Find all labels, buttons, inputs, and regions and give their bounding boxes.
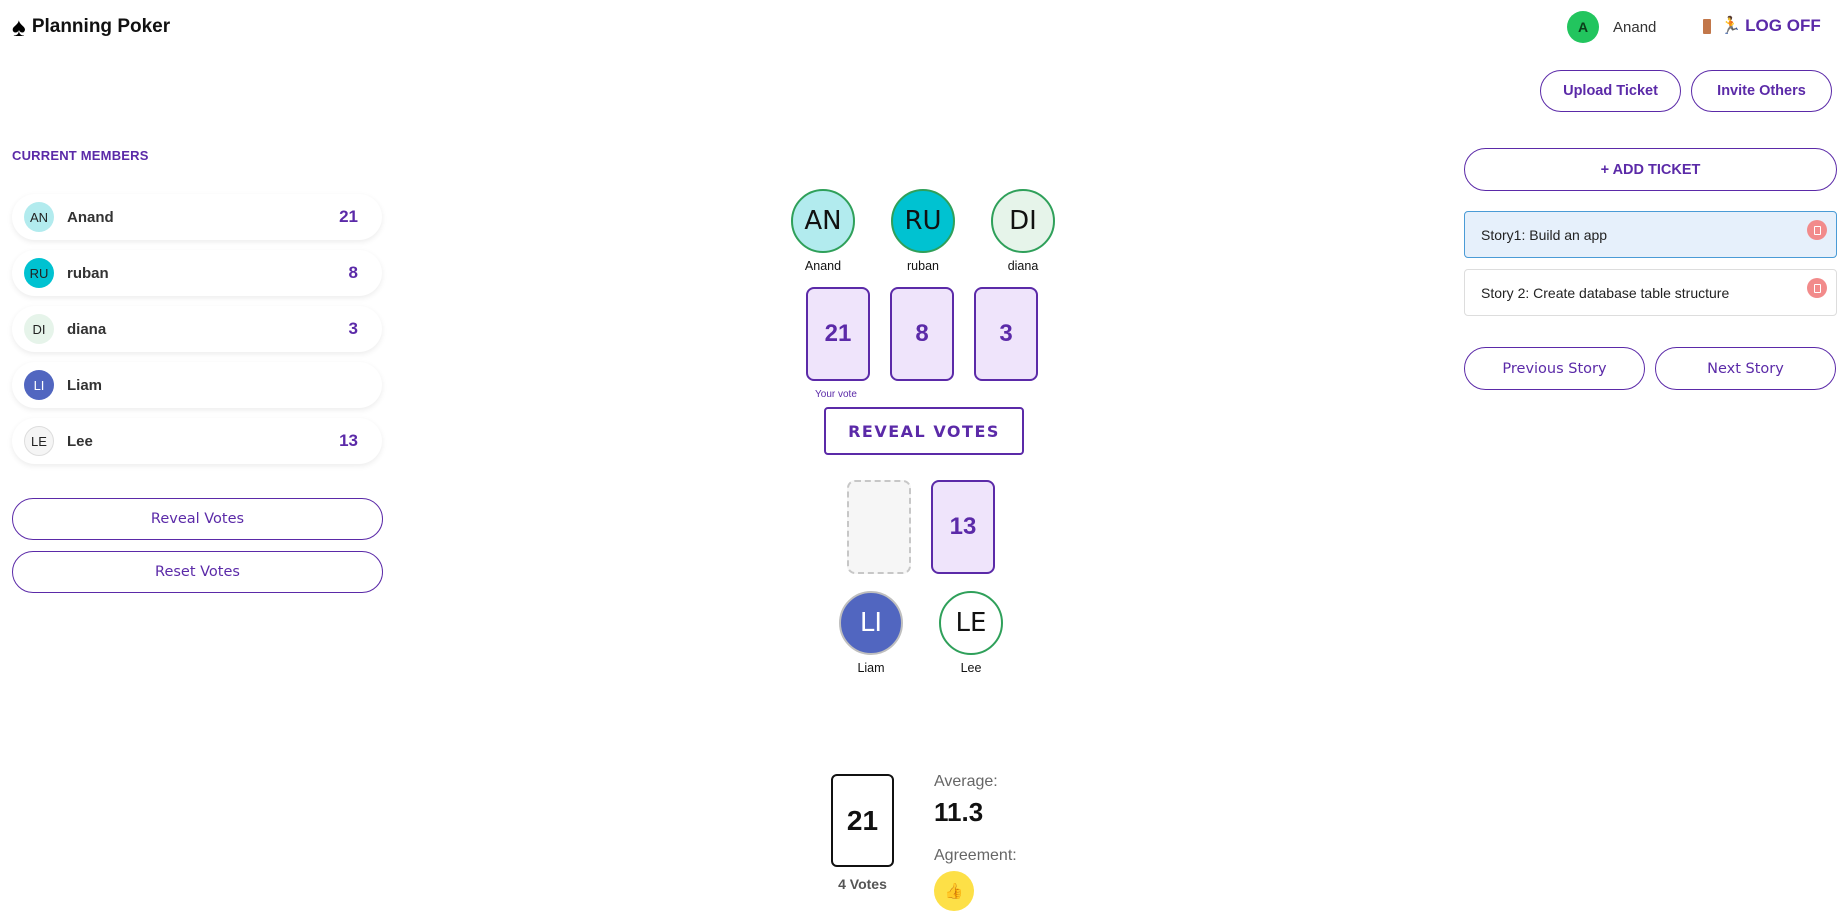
next-story-button[interactable]: Next Story [1655,347,1836,390]
door-icon [1703,18,1711,34]
votes-count: 4 Votes [838,876,887,892]
player-avatar: AN [791,189,855,253]
upload-ticket-button[interactable]: Upload Ticket [1540,70,1681,112]
add-ticket-button[interactable]: + ADD TICKET [1464,148,1837,191]
member-avatar: RU [24,258,54,288]
trash-icon[interactable] [1807,278,1827,298]
member-list: AN Anand 21 RU ruban 8 DI diana 3 LI Lia… [12,194,382,474]
app-logo: ♠ Planning Poker [12,14,170,40]
ticket-title: Story1: Build an app [1481,226,1608,243]
your-vote-label: Your vote [815,389,857,400]
trash-icon[interactable] [1807,220,1827,240]
ticket-item[interactable]: Story 2: Create database table structure [1464,269,1837,316]
vote-card-ruban: 8 [890,287,954,381]
member-vote: 21 [339,207,358,226]
member-row-liam: LI Liam [12,362,382,408]
member-name: ruban [67,264,109,282]
logoff-button[interactable]: 🏃 LOG OFF [1703,16,1821,36]
player-avatar: LI [839,591,903,655]
member-vote: 13 [339,431,358,450]
player-lee: LE Lee [921,591,1021,675]
user-name: Anand [1613,18,1657,36]
player-avatar: LE [939,591,1003,655]
vote-card-liam [847,480,911,574]
member-name: Liam [67,376,103,394]
player-avatar: RU [891,189,955,253]
member-avatar: AN [24,202,54,232]
member-avatar: DI [24,314,54,344]
player-diana: DI diana [973,189,1073,273]
member-name: Anand [67,208,114,226]
member-row-lee: LE Lee 13 [12,418,382,464]
reset-votes-button[interactable]: Reset Votes [12,551,383,593]
invite-others-button[interactable]: Invite Others [1691,70,1832,112]
result-card: 21 [831,774,894,867]
thumbs-icon: 👍 [934,871,974,911]
member-avatar: LI [24,370,54,400]
previous-story-button[interactable]: Previous Story [1464,347,1645,390]
reveal-votes-center-button[interactable]: REVEAL VOTES [824,407,1024,455]
vote-card-anand: 21 [806,287,870,381]
player-name: diana [1007,259,1039,273]
member-name: Lee [67,432,93,450]
player-name: Lee [960,661,982,675]
average-label: Average: [934,773,998,790]
player-anand: AN Anand [773,189,873,273]
members-heading: CURRENT MEMBERS [12,148,149,163]
member-row-diana: DI diana 3 [12,306,382,352]
user-avatar: A [1567,11,1599,43]
member-row-anand: AN Anand 21 [12,194,382,240]
member-row-ruban: RU ruban 8 [12,250,382,296]
ticket-item[interactable]: Story1: Build an app [1464,211,1837,258]
vote-card-diana: 3 [974,287,1038,381]
app-title: Planning Poker [31,16,171,37]
vote-card-lee: 13 [931,480,995,574]
member-vote: 8 [348,263,358,282]
average-value: 11.3 [934,797,984,827]
ticket-title: Story 2: Create database table structure [1481,284,1730,301]
player-name: ruban [907,259,939,273]
member-vote: 3 [348,319,358,338]
player-ruban: RU ruban [873,189,973,273]
user-chip: A Anand [1567,11,1656,43]
agreement-label: Agreement: [934,847,1017,864]
player-avatar: DI [991,189,1055,253]
member-name: diana [67,320,107,338]
logoff-label: LOG OFF [1745,16,1821,35]
member-avatar: LE [24,426,54,456]
spade-icon: ♠ [12,12,26,42]
player-liam: LI Liam [821,591,921,675]
player-name: Liam [857,661,885,675]
running-person-icon: 🏃 [1720,16,1742,35]
player-name: Anand [804,259,842,273]
reveal-votes-button[interactable]: Reveal Votes [12,498,383,540]
